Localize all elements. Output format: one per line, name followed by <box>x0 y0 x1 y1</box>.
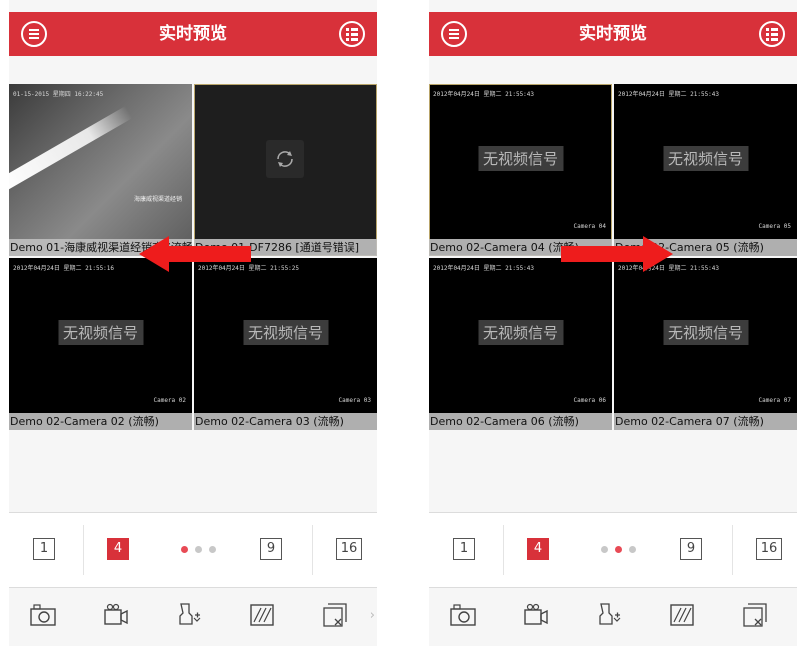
timestamp: 2012年04月24日 星期二 21:55:43 <box>618 91 720 98</box>
timestamp: 2012年04月24日 星期二 21:55:43 <box>433 265 535 272</box>
image-adjust-icon[interactable] <box>248 602 276 628</box>
page-dot <box>629 546 636 553</box>
no-signal-label: 无视频信号 <box>477 320 564 345</box>
video-tile[interactable]: 2012年04月24日 星期二 21:55:43 无视频信号 Camera 04… <box>429 84 612 256</box>
close-all-icon[interactable] <box>741 602 769 628</box>
timestamp: 2012年04月24日 星期二 21:55:43 <box>433 91 535 98</box>
page-dot <box>195 546 202 553</box>
divider <box>83 525 84 575</box>
swipe-right-arrow-icon <box>561 236 673 272</box>
divider <box>732 525 733 575</box>
video-tile[interactable]: 2012年04月24日 星期二 21:55:43 无视频信号 Camera 05… <box>614 84 797 256</box>
page-indicator <box>601 546 641 554</box>
video-tile[interactable]: 2012年04月24日 星期二 21:55:25 无视频信号 Camera 03… <box>194 258 377 430</box>
close-all-icon[interactable] <box>321 602 349 628</box>
spacer <box>9 56 377 84</box>
osd-text: 海康威视渠道经销 <box>133 196 182 203</box>
spacer <box>429 56 797 84</box>
tile-caption: Demo 02-Camera 07 (流畅) <box>614 413 797 430</box>
swipe-left-arrow-icon <box>139 236 251 272</box>
camera-icon[interactable] <box>449 602 477 628</box>
split-16-button[interactable]: 16 <box>756 538 782 560</box>
split-selector: 1 4 9 16 <box>9 512 377 588</box>
bottom-toolbar <box>429 588 797 646</box>
split-1-button[interactable]: 1 <box>453 538 475 560</box>
camera-label: Camera 06 <box>573 397 606 404</box>
page-dot <box>209 546 216 553</box>
chevron-right-icon[interactable]: › <box>370 608 375 623</box>
playlist-icon[interactable] <box>757 19 787 49</box>
record-icon[interactable] <box>102 602 130 628</box>
page-dot-active <box>615 546 622 553</box>
camera-label: Camera 02 <box>153 397 186 404</box>
camera-label: Camera 05 <box>758 223 791 230</box>
ptz-icon[interactable] <box>595 602 623 628</box>
camera-label: Camera 07 <box>758 397 791 404</box>
left-screen: 实时预览 01-15-2015 星期四 16:22:45 海康威视渠道经销 De… <box>9 0 377 646</box>
divider <box>503 525 504 575</box>
image-adjust-icon[interactable] <box>668 602 696 628</box>
playlist-icon[interactable] <box>337 19 367 49</box>
video-tile[interactable]: 2012年04月24日 星期二 21:55:16 无视频信号 Camera 02… <box>9 258 192 430</box>
camera-icon[interactable] <box>29 602 57 628</box>
right-screen: 实时预览 2012年04月24日 星期二 21:55:43 无视频信号 Came… <box>429 0 797 646</box>
video-tile[interactable]: 01-15-2015 星期四 16:22:45 海康威视渠道经销 Demo 01… <box>9 84 192 256</box>
page-dot <box>601 546 608 553</box>
header-bar: 实时预览 <box>429 12 797 56</box>
tile-caption: Demo 02-Camera 06 (流畅) <box>429 413 612 430</box>
split-1-button[interactable]: 1 <box>33 538 55 560</box>
camera-label: Camera 03 <box>338 397 371 404</box>
camera-label: Camera 04 <box>573 223 606 230</box>
empty-area <box>429 432 797 510</box>
no-signal-label: 无视频信号 <box>662 320 749 345</box>
record-icon[interactable] <box>522 602 550 628</box>
divider <box>312 525 313 575</box>
split-4-button[interactable]: 4 <box>107 538 129 560</box>
reload-icon[interactable] <box>266 140 304 178</box>
light-beam <box>9 105 133 194</box>
split-16-button[interactable]: 16 <box>336 538 362 560</box>
no-signal-label: 无视频信号 <box>57 320 144 345</box>
split-4-button[interactable]: 4 <box>527 538 549 560</box>
split-selector: 1 4 9 16 <box>429 512 797 588</box>
video-tile[interactable]: 2012年04月24日 星期二 21:55:43 无视频信号 Camera 07… <box>614 258 797 430</box>
split-9-button[interactable]: 9 <box>260 538 282 560</box>
no-signal-label: 无视频信号 <box>242 320 329 345</box>
tile-caption: Demo 02-Camera 03 (流畅) <box>194 413 377 430</box>
tile-caption: Demo 02-Camera 02 (流畅) <box>9 413 192 430</box>
page-title: 实时预览 <box>579 24 647 44</box>
timestamp: 01-15-2015 星期四 16:22:45 <box>13 91 104 98</box>
empty-area <box>9 432 377 510</box>
split-9-button[interactable]: 9 <box>680 538 702 560</box>
ptz-icon[interactable] <box>175 602 203 628</box>
page-indicator <box>181 546 221 554</box>
timestamp: 2012年04月24日 星期二 21:55:16 <box>13 265 115 272</box>
video-tile[interactable]: 2012年04月24日 星期二 21:55:43 无视频信号 Camera 06… <box>429 258 612 430</box>
no-signal-label: 无视频信号 <box>662 146 749 171</box>
no-signal-label: 无视频信号 <box>477 146 564 171</box>
header-bar: 实时预览 <box>9 12 377 56</box>
bottom-toolbar: › <box>9 588 377 646</box>
page-title: 实时预览 <box>159 24 227 44</box>
page-dot-active <box>181 546 188 553</box>
video-tile[interactable]: Demo 01-DF7286 [通道号错误] <box>194 84 377 256</box>
